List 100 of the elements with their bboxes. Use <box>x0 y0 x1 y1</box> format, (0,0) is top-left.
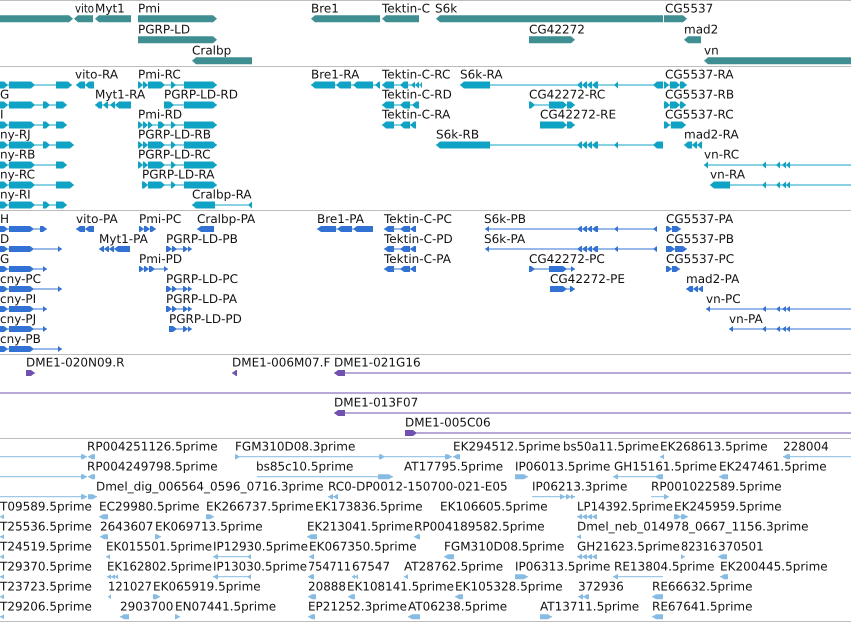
transcript-label: S6k-RB <box>436 127 480 142</box>
transcript-label: Cralbp-RA <box>192 187 252 202</box>
transcript-label: vn-RC <box>704 147 740 162</box>
clone-label: DME1-005C06 <box>405 416 491 430</box>
transcript-label: Pmi-RC <box>138 67 181 82</box>
transcript-label: PGRP-LD-RA <box>142 167 214 182</box>
protein-label: PGRP-LD-PB <box>166 232 238 246</box>
gene-label: vito <box>75 2 98 16</box>
gene-label: Tektin-C <box>382 2 430 16</box>
est-label: EK173836.5prime <box>315 500 423 514</box>
est-label: RE13804.5prime <box>614 560 714 574</box>
est-label: EK266737.5prime <box>206 500 314 514</box>
est-label: GH15161.5prime <box>614 460 717 474</box>
protein-label: vn-PC <box>706 292 741 306</box>
protein-label: G <box>0 252 10 266</box>
est-label: 372936 <box>578 580 624 594</box>
est-label: T29206.5prime <box>0 600 92 614</box>
gene-label: CG42272 <box>529 22 585 36</box>
est-label: EK213041.5prime <box>307 520 415 534</box>
est-label: IP06213.3prime <box>532 480 628 494</box>
est-label: 2903700 <box>120 600 174 614</box>
est-label: bs50a11.5prime <box>563 440 662 454</box>
est-label: RP001022589.5prime <box>651 480 782 494</box>
est-label: IP06013.5prime <box>515 460 610 474</box>
transcript-label: S6k-RA <box>460 67 503 82</box>
protein-label: H <box>0 212 10 226</box>
gene-label: vn <box>704 44 719 58</box>
protein-label: mad2-PA <box>686 272 740 286</box>
protein-label: PGRP-LD-PA <box>166 292 238 306</box>
est-label: 370501 <box>718 540 764 554</box>
est-label: AT06238.5prime <box>408 600 508 614</box>
est-label: 20888 <box>308 580 346 594</box>
transcript-label: CG42272-RE <box>540 107 616 122</box>
transcript-label: vn-RA <box>710 167 746 182</box>
est-label: EC29980.5prime <box>99 500 200 514</box>
protein-label: cny-PJ <box>0 312 36 326</box>
protein-label: Myt1-PA <box>99 232 148 246</box>
protein-label: PGRP-LD-PC <box>166 272 238 286</box>
gene-label: S6k <box>435 2 458 16</box>
est-label: EK162802.5prime <box>107 560 215 574</box>
transcript-label: G <box>0 87 10 102</box>
transcript-label: ny-RJ <box>0 127 31 142</box>
est-label: EK108141.5prime <box>347 580 455 594</box>
transcript-label: ny-RI <box>0 187 31 202</box>
protein-label: Tektin-C-PD <box>384 232 453 246</box>
transcript-label: CG5537-RA <box>665 67 734 82</box>
est-label: EK200445.5prime <box>720 560 828 574</box>
est-label: AT28762.5prime <box>404 560 504 574</box>
est-label: IP06313.5prime <box>515 560 610 574</box>
est-label: IP13030.5prime <box>213 560 308 574</box>
est-label: T29370.5prime <box>0 560 92 574</box>
est-label: 2643607 <box>100 520 154 534</box>
est-label: IP12930.5prime <box>213 540 308 554</box>
protein-label: D <box>0 232 10 246</box>
est-label: Dmel_dig_006564_0596_0716.3prime <box>96 480 324 494</box>
protein-label: Pmi-PC <box>139 212 182 226</box>
protein-label: cny-PB <box>0 332 41 346</box>
est-label: RP004249798.5prime <box>87 460 218 474</box>
est-label: EK015501.5prime <box>106 540 214 554</box>
transcript-label: PGRP-LD-RB <box>138 127 212 142</box>
transcript-label: ny-RC <box>0 167 35 182</box>
gene-label: mad2 <box>684 22 718 36</box>
gene-label: Bre1 <box>311 2 339 16</box>
est-label: T23723.5prime <box>0 580 92 594</box>
transcript-label: Bre1-RA <box>311 67 360 82</box>
est-label: EK065919.5prime <box>153 580 261 594</box>
protein-label: CG5537-PC <box>666 252 734 266</box>
est-label: EK268613.5prime <box>660 440 768 454</box>
protein-label: Tektin-C-PC <box>384 212 452 226</box>
protein-label: CG5537-PA <box>666 212 734 226</box>
est-label: T25536.5prime <box>0 520 92 534</box>
protein-label: CG5537-PB <box>666 232 734 246</box>
clone-label: DME1-020N09.R <box>26 356 124 370</box>
est-label: 121027 <box>108 580 154 594</box>
clone-label: DME1-013F07 <box>334 396 418 410</box>
est-label: EK105328.5prime <box>455 580 563 594</box>
est-label: RE67641.5prime <box>652 600 752 614</box>
protein-label: cny-PI <box>0 292 36 306</box>
est-label: EK069713.5prime <box>155 520 263 534</box>
est-label: RC0-DP0012-150700-021-E05 <box>328 480 508 494</box>
est-label: EK106605.5prime <box>440 500 548 514</box>
est-label: T09589.5prime <box>0 500 92 514</box>
transcript-label: Pmi-RD <box>138 107 182 122</box>
est-label: RE66632.5prime <box>652 580 752 594</box>
est-label: EK245959.5prime <box>674 500 782 514</box>
gene-label: PGRP-LD <box>138 22 190 36</box>
transcript-label: Tektin-C-RA <box>382 107 450 122</box>
protein-label: CG42272-PC <box>529 252 605 266</box>
est-label: AT17795.5prime <box>404 460 504 474</box>
protein-label: Tektin-C-PA <box>384 252 451 266</box>
transcript-label: CG5537-RB <box>665 87 734 102</box>
transcript-label: ny-RB <box>0 147 36 162</box>
gene-label: Pmi <box>138 2 160 16</box>
est-label: 67547 <box>352 560 390 574</box>
gene-label: CG5537 <box>665 2 714 16</box>
est-label: FGM310D08.3prime <box>235 440 356 454</box>
transcript-label: CG5537-RC <box>665 107 734 122</box>
est-label: EN07441.5prime <box>175 600 276 614</box>
transcript-label: vito-RA <box>75 67 118 82</box>
est-label: AT13711.5prime <box>540 600 640 614</box>
